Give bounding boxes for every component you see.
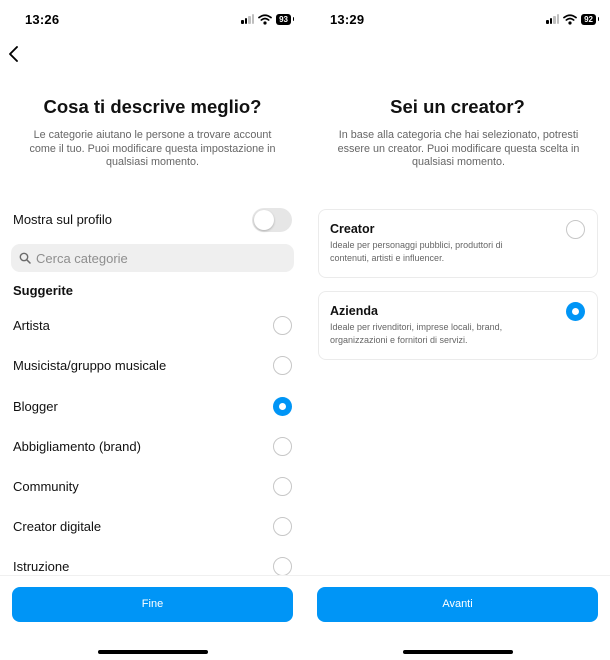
section-title: Suggerite [13,283,73,298]
category-item[interactable]: Abbigliamento (brand) [0,427,305,467]
home-indicator [98,650,208,654]
search-icon [19,252,31,264]
option-description: Ideale per personaggi pubblici, produtto… [330,240,503,263]
show-on-profile-toggle[interactable] [252,208,292,232]
option-title: Azienda [330,304,378,318]
status-time: 13:26 [25,12,60,27]
option-description: Ideale per rivenditori, imprese locali, … [330,322,503,345]
page-subtitle: Le categorie aiutano le persone a trovar… [29,129,276,168]
radio-button-selected[interactable] [273,397,292,416]
radio-button[interactable] [273,437,292,456]
category-screen: 13:26 93 Cosa ti descrive meglio? Le cat… [0,0,305,660]
business-option-card[interactable]: Azienda Ideale per rivenditori, imprese … [318,291,598,360]
show-on-profile-row: Mostra sul profilo [12,208,294,232]
search-input[interactable] [36,244,286,272]
radio-button[interactable] [273,557,292,576]
category-item[interactable]: Blogger [0,387,305,427]
category-item[interactable]: Community [0,467,305,507]
search-bar[interactable] [11,244,294,272]
toggle-knob [254,210,274,230]
category-label: Abbigliamento (brand) [13,439,141,454]
page-subtitle: In base alla categoria che hai seleziona… [337,129,580,168]
wifi-icon [563,13,577,25]
option-title: Creator [330,222,375,236]
radio-button-selected[interactable] [566,302,585,321]
status-bar: 13:29 92 [305,0,610,38]
category-label: Blogger [13,399,58,414]
next-button[interactable]: Avanti [317,587,598,622]
category-item[interactable]: Musicista/gruppo musicale [0,346,305,386]
category-label: Creator digitale [13,519,102,534]
creator-option-card[interactable]: Creator Ideale per personaggi pubblici, … [318,209,598,278]
footer: Avanti [305,575,610,660]
show-on-profile-label: Mostra sul profilo [13,212,112,227]
radio-button[interactable] [273,477,292,496]
category-label: Community [13,479,79,494]
radio-button[interactable] [273,517,292,536]
battery-icon: 92 [581,13,599,25]
home-indicator [403,650,513,654]
radio-button[interactable] [273,356,292,375]
back-arrow-icon[interactable] [4,42,24,66]
status-time: 13:29 [330,12,365,27]
radio-button[interactable] [273,316,292,335]
status-bar: 13:26 93 [0,0,305,38]
cellular-signal-icon [546,14,560,24]
page-title: Sei un creator? [390,96,525,117]
category-label: Artista [13,318,50,333]
battery-icon: 93 [276,13,294,25]
category-item[interactable]: Creator digitale [0,507,305,547]
category-label: Istruzione [13,559,70,574]
radio-button[interactable] [566,220,585,239]
cellular-signal-icon [241,14,255,24]
category-label: Musicista/gruppo musicale [13,358,167,373]
done-button[interactable]: Fine [12,587,293,622]
category-item[interactable]: Artista [0,306,305,346]
wifi-icon [258,13,272,25]
footer: Fine [0,575,305,660]
page-title: Cosa ti descrive meglio? [43,96,262,117]
